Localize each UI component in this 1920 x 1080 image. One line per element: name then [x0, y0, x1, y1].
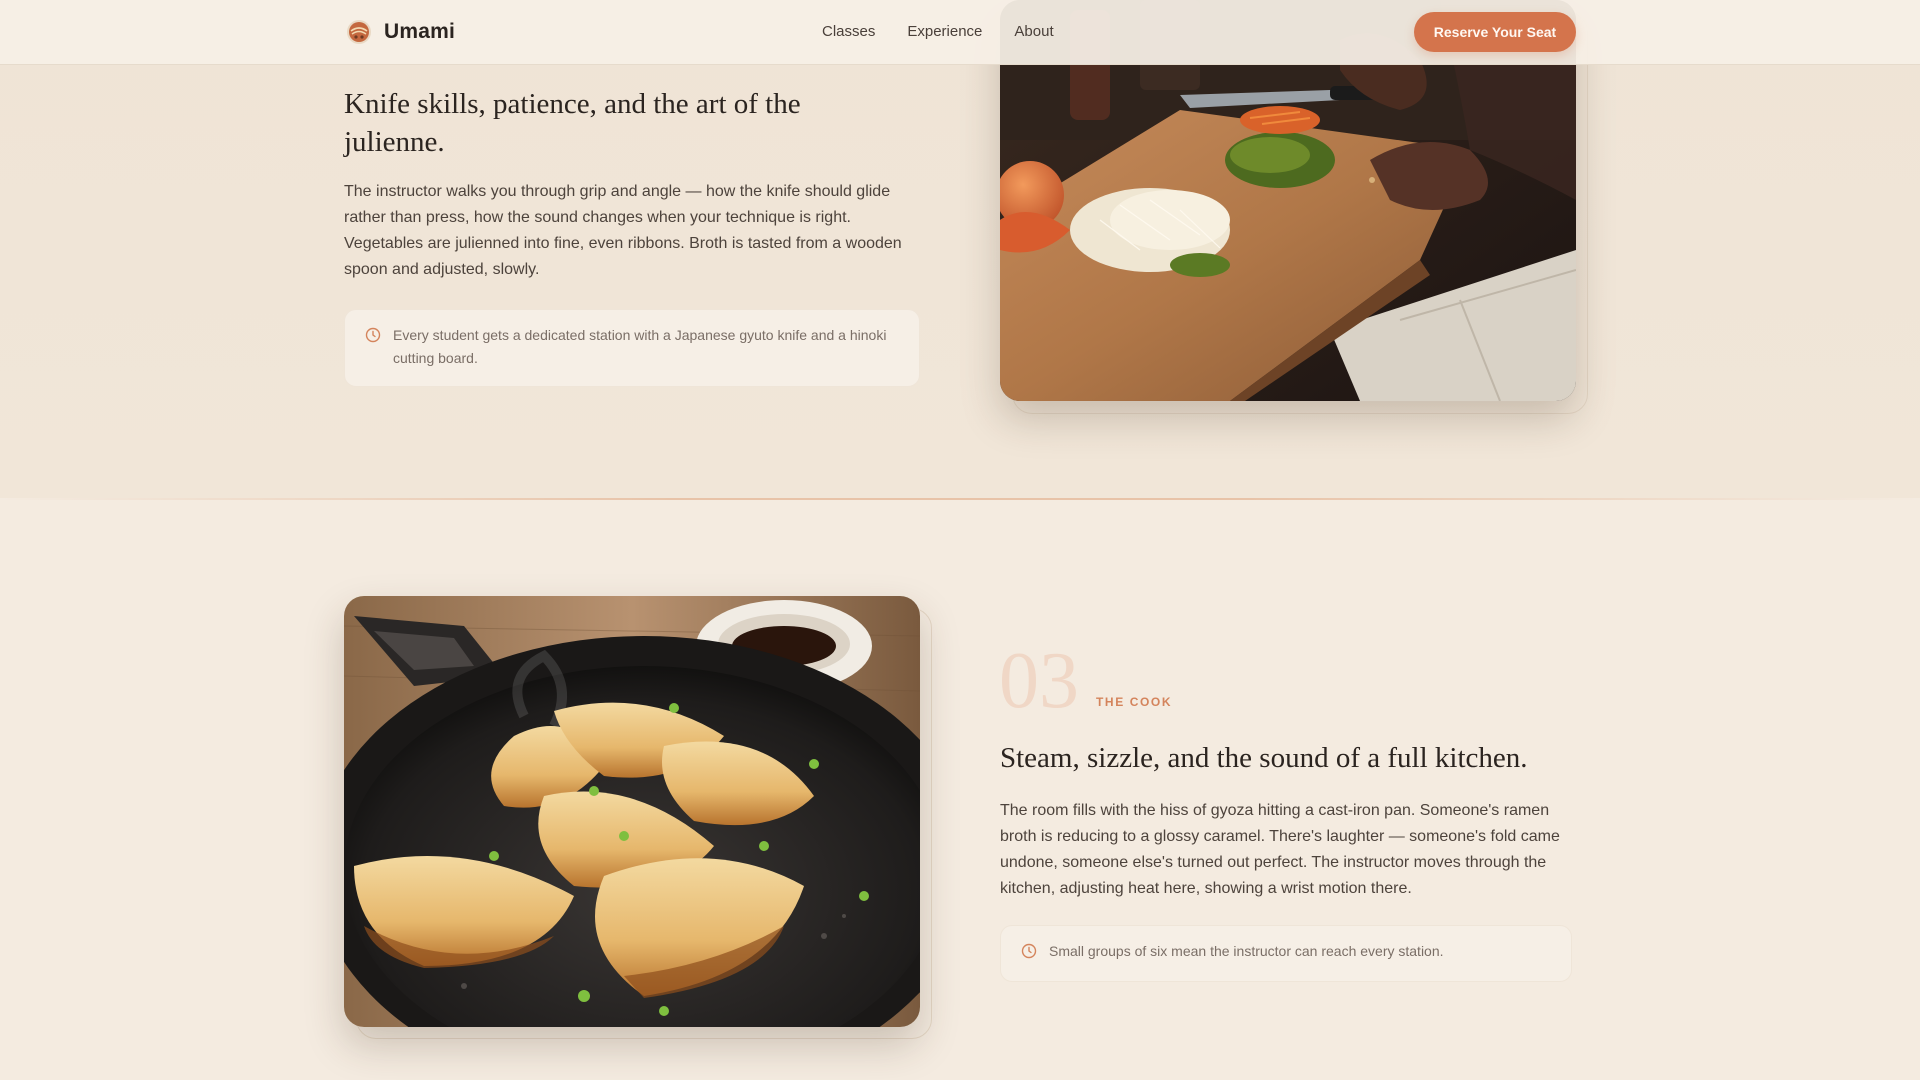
main-nav: Classes Experience About [822, 23, 1054, 40]
nav-link-about[interactable]: About [1014, 23, 1053, 40]
clock-icon [365, 327, 381, 343]
site-header: Umami Classes Experience About Reserve Y… [0, 0, 1920, 65]
bowl-icon [346, 19, 372, 45]
brand-name: Umami [384, 20, 456, 43]
section-knife-skills [0, 0, 1920, 498]
info-note-text: Every student gets a dedicated station w… [393, 327, 887, 366]
step-number: 03 [999, 637, 1079, 725]
gyoza-pan-photo [344, 596, 920, 1027]
info-note-text: Small groups of six mean the instructor … [1049, 943, 1444, 959]
nav-link-classes[interactable]: Classes [822, 23, 875, 40]
nav-link-experience[interactable]: Experience [907, 23, 982, 40]
brand-logo[interactable]: Umami [346, 18, 455, 46]
clock-icon [1021, 943, 1037, 959]
section-heading-knife: Knife skills, patience, and the art of t… [344, 88, 801, 158]
info-note-knife: Every student gets a dedicated station w… [344, 309, 920, 387]
section-divider [0, 498, 1920, 500]
section-body-knife: The instructor walks you through grip an… [344, 183, 902, 278]
section-body-cook: The room fills with the hiss of gyoza hi… [1000, 802, 1560, 897]
info-note-cook: Small groups of six mean the instructor … [1000, 925, 1572, 982]
reserve-seat-button[interactable]: Reserve Your Seat [1414, 12, 1576, 52]
step-label: THE COOK [1096, 695, 1173, 709]
section-heading-cook: Steam, sizzle, and the sound of a full k… [1000, 742, 1528, 774]
